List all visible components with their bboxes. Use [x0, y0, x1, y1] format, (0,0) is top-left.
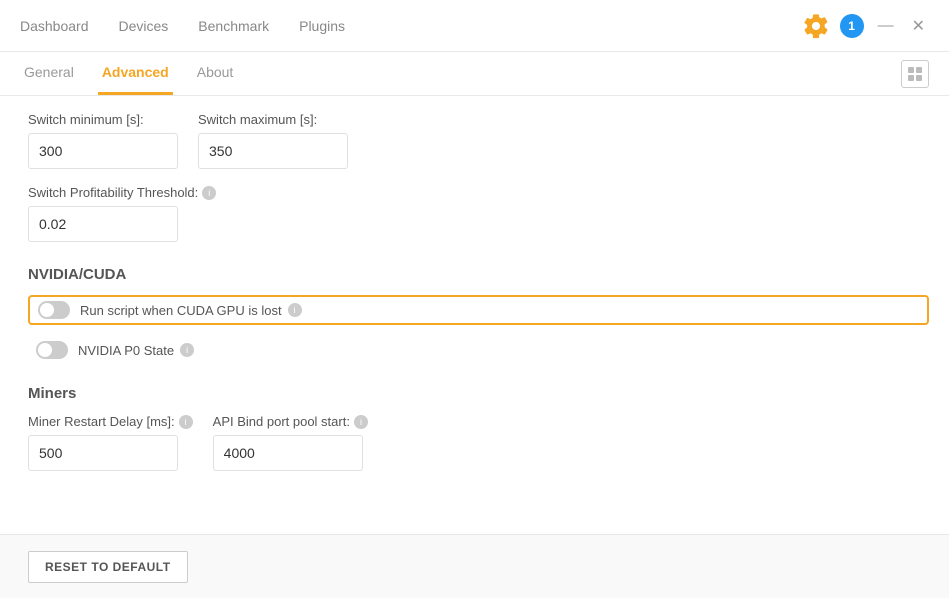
tabs-left: General Advanced About [20, 52, 237, 95]
miners-section-title: Miners [28, 385, 929, 402]
run-script-toggle[interactable] [38, 301, 70, 319]
switch-max-label: Switch maximum [s]: [198, 112, 348, 127]
app-window: Dashboard Devices Benchmark Plugins 1 — … [0, 0, 949, 598]
nav-right: 1 — ✕ [802, 12, 929, 40]
switch-min-label: Switch minimum [s]: [28, 112, 178, 127]
profitability-info-icon[interactable]: i [202, 186, 216, 200]
miner-restart-label: Miner Restart Delay [ms]: i [28, 414, 193, 429]
run-script-info-icon[interactable]: i [288, 303, 302, 317]
switch-profitability-input[interactable] [28, 206, 178, 242]
run-script-row: Run script when CUDA GPU is lost i [28, 295, 929, 325]
nav-plugins[interactable]: Plugins [299, 14, 345, 38]
miner-restart-input[interactable] [28, 435, 178, 471]
nav-benchmark[interactable]: Benchmark [198, 14, 269, 38]
switch-min-input[interactable] [28, 133, 178, 169]
grid-view-button[interactable] [901, 60, 929, 88]
switch-profitability-group: Switch Profitability Threshold: i [28, 185, 929, 242]
switch-max-group: Switch maximum [s]: [198, 112, 348, 169]
api-bind-input[interactable] [213, 435, 363, 471]
miners-section: Miners Miner Restart Delay [ms]: i API B… [28, 385, 929, 471]
tab-about[interactable]: About [193, 52, 238, 95]
tabs-bar: General Advanced About [0, 52, 949, 96]
nav-devices[interactable]: Devices [119, 14, 169, 38]
minimize-button[interactable]: — [874, 15, 898, 37]
api-bind-label: API Bind port pool start: i [213, 414, 368, 429]
tab-general[interactable]: General [20, 52, 78, 95]
miner-restart-info-icon[interactable]: i [179, 415, 193, 429]
nav-left: Dashboard Devices Benchmark Plugins [20, 14, 345, 38]
bottom-bar: RESET TO DEFAULT [0, 534, 949, 598]
nvidia-section-title: NVIDIA/CUDA [28, 266, 929, 283]
nvidia-section: NVIDIA/CUDA Run script when CUDA GPU is … [28, 266, 929, 365]
tab-advanced[interactable]: Advanced [98, 52, 173, 95]
switch-minmax-row: Switch minimum [s]: Switch maximum [s]: [28, 112, 929, 169]
switch-max-input[interactable] [198, 133, 348, 169]
close-button[interactable]: ✕ [908, 14, 929, 38]
nvidia-p0-row: NVIDIA P0 State i [28, 335, 929, 365]
api-bind-info-icon[interactable]: i [354, 415, 368, 429]
switch-min-group: Switch minimum [s]: [28, 112, 178, 169]
scroll-content[interactable]: Switch minimum [s]: Switch maximum [s]: … [0, 96, 949, 534]
nav-dashboard[interactable]: Dashboard [20, 14, 89, 38]
run-script-label: Run script when CUDA GPU is lost i [80, 303, 302, 318]
api-bind-group: API Bind port pool start: i [213, 414, 368, 471]
nvidia-p0-info-icon[interactable]: i [180, 343, 194, 357]
miner-restart-group: Miner Restart Delay [ms]: i [28, 414, 193, 471]
notification-badge[interactable]: 1 [840, 14, 864, 38]
switch-profitability-label: Switch Profitability Threshold: i [28, 185, 929, 200]
gear-icon[interactable] [802, 12, 830, 40]
miners-form-row: Miner Restart Delay [ms]: i API Bind por… [28, 414, 929, 471]
reset-to-default-button[interactable]: RESET TO DEFAULT [28, 551, 188, 583]
nvidia-p0-label: NVIDIA P0 State i [78, 343, 194, 358]
top-nav: Dashboard Devices Benchmark Plugins 1 — … [0, 0, 949, 52]
nvidia-p0-toggle[interactable] [36, 341, 68, 359]
content-area: Switch minimum [s]: Switch maximum [s]: … [0, 96, 949, 534]
